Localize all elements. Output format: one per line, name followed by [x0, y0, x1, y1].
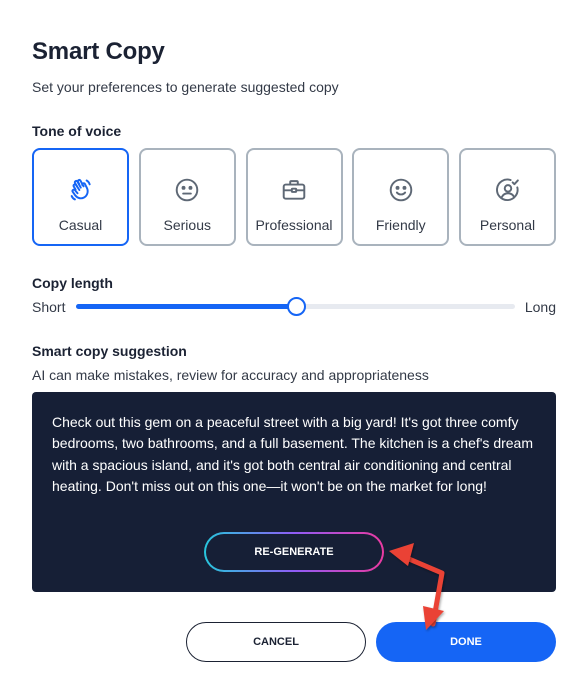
person-check-icon: [495, 177, 521, 203]
page-subtitle: Set your preferences to generate suggest…: [32, 79, 339, 95]
tone-options: Casual Serious Professional Friendly Per…: [32, 148, 556, 246]
page-title: Smart Copy: [32, 38, 165, 65]
tone-option-friendly[interactable]: Friendly: [352, 148, 450, 246]
slider-fill: [76, 304, 296, 309]
smart-copy-suggestion-label: Smart copy suggestion: [32, 343, 187, 359]
tone-option-label: Professional: [255, 217, 333, 233]
tone-of-voice-label: Tone of voice: [32, 123, 122, 139]
tone-option-professional[interactable]: Professional: [245, 148, 343, 246]
suggestion-panel: Check out this gem on a peaceful street …: [32, 392, 556, 592]
tone-option-personal[interactable]: Personal: [459, 148, 556, 246]
slider-min-label: Short: [32, 299, 66, 315]
done-button[interactable]: DONE: [376, 622, 556, 662]
suggestion-text: Check out this gem on a peaceful street …: [52, 414, 533, 494]
waving-hand-icon: [68, 177, 94, 203]
neutral-face-icon: [174, 177, 200, 203]
ai-disclaimer-text: AI can make mistakes, review for accurac…: [32, 367, 429, 383]
tone-option-label: Personal: [479, 217, 536, 233]
briefcase-icon: [281, 177, 307, 203]
smile-face-icon: [388, 177, 414, 203]
tone-option-label: Serious: [163, 217, 211, 233]
tone-option-label: Friendly: [375, 217, 426, 233]
tone-option-casual[interactable]: Casual: [32, 148, 129, 246]
slider-thumb[interactable]: [286, 297, 306, 316]
slider-track[interactable]: [76, 297, 515, 316]
copy-length-slider: Short Long: [32, 296, 556, 318]
tone-option-serious[interactable]: Serious: [138, 148, 236, 246]
tone-option-label: Casual: [58, 217, 103, 233]
slider-max-label: Long: [524, 299, 556, 315]
copy-length-label: Copy length: [32, 275, 113, 291]
cancel-button[interactable]: CANCEL: [186, 622, 366, 662]
regenerate-button[interactable]: RE-GENERATE: [204, 532, 384, 572]
